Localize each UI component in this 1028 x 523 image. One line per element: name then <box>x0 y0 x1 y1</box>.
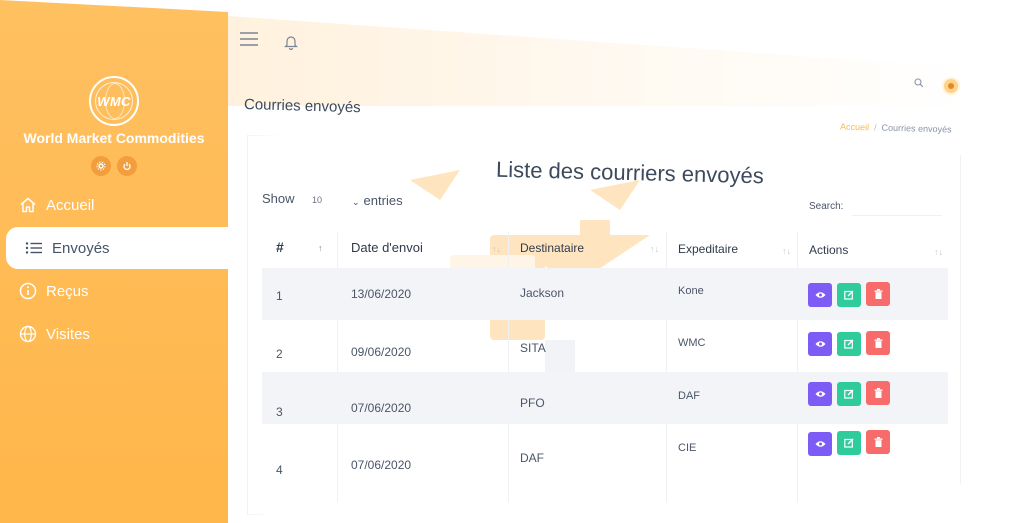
sidebar-item-envoyes[interactable]: Envoyés <box>6 227 228 269</box>
cell-expeditaire: WMC <box>678 337 706 349</box>
cell-expeditaire: Kone <box>678 285 704 297</box>
trash-icon <box>874 338 882 348</box>
sidebar-item-label: Visites <box>46 325 90 343</box>
cell-destinataire: Jackson <box>520 286 565 300</box>
view-button[interactable] <box>808 332 832 356</box>
sort-icon[interactable]: ↑↓ <box>934 247 943 257</box>
cell-date: 07/06/2020 <box>351 401 412 415</box>
entries-label: ⌄ entries <box>352 193 403 208</box>
cell-date: 07/06/2020 <box>351 458 412 472</box>
eye-icon <box>815 341 825 347</box>
breadcrumb-home[interactable]: Accueil <box>840 122 869 133</box>
edit-icon <box>844 339 854 349</box>
brand-name: World Market Commodities <box>23 130 205 146</box>
column-header-number[interactable]: # <box>276 239 284 255</box>
edit-button[interactable] <box>837 332 861 356</box>
avatar[interactable] <box>942 77 960 95</box>
sidebar-item-recus[interactable]: Reçus <box>0 270 228 312</box>
show-label: Show <box>262 191 295 206</box>
column-header-actions: Actions <box>809 243 849 257</box>
edit-button[interactable] <box>837 283 861 307</box>
sidebar-item-accueil[interactable]: Accueil <box>0 184 228 226</box>
breadcrumb-current: Courries envoyés <box>881 122 952 135</box>
search-label: Search: <box>809 201 844 212</box>
cell-number: 1 <box>276 289 283 303</box>
sidebar-item-label: Reçus <box>46 282 89 300</box>
sort-icon[interactable]: ↑↓ <box>650 244 659 254</box>
eye-icon <box>815 441 825 447</box>
list-icon <box>25 242 42 254</box>
eye-icon <box>815 292 825 298</box>
breadcrumb: Accueil / Courries envoyés <box>840 122 952 135</box>
column-header-date[interactable]: Date d'envoi <box>351 240 423 255</box>
column-header-destinataire[interactable]: Destinataire <box>520 241 584 255</box>
info-icon <box>19 282 37 300</box>
sidebar-nav: Accueil Envoyés Reçus Visites <box>0 184 228 356</box>
power-icon[interactable] <box>117 156 137 176</box>
brand-logo[interactable]: WMC <box>89 76 139 126</box>
edit-icon <box>844 389 854 399</box>
search-icon[interactable] <box>914 75 924 93</box>
cell-date: 09/06/2020 <box>351 345 412 359</box>
cell-date: 13/06/2020 <box>351 287 412 301</box>
view-button[interactable] <box>808 432 832 456</box>
sort-asc-icon[interactable]: ↑ <box>318 243 323 253</box>
bell-icon[interactable] <box>284 34 298 55</box>
settings-icon[interactable] <box>91 156 111 176</box>
eye-icon <box>815 391 825 397</box>
sort-icon[interactable]: ↑↓ <box>782 246 791 256</box>
globe-icon <box>19 325 37 343</box>
cell-expeditaire: CIE <box>678 442 697 454</box>
edit-button[interactable] <box>837 382 861 406</box>
edit-button[interactable] <box>837 431 861 455</box>
sort-icon[interactable]: ↑↓ <box>492 244 501 254</box>
cell-destinataire: SITA <box>520 341 546 355</box>
edit-icon <box>844 290 854 300</box>
cell-number: 4 <box>276 463 283 477</box>
entries-text: entries <box>363 193 403 208</box>
delete-button[interactable] <box>866 381 890 405</box>
delete-button[interactable] <box>866 282 890 306</box>
sidebar-item-label: Accueil <box>46 196 95 214</box>
sidebar-item-visites[interactable]: Visites <box>0 313 228 355</box>
edit-icon <box>844 438 854 448</box>
home-icon <box>20 197 36 213</box>
cell-destinataire: DAF <box>520 451 544 465</box>
topbar <box>228 16 973 106</box>
delete-button[interactable] <box>866 430 890 454</box>
search-input[interactable] <box>852 196 942 216</box>
view-button[interactable] <box>808 283 832 307</box>
trash-icon <box>874 289 882 299</box>
delete-button[interactable] <box>866 331 890 355</box>
cell-expeditaire: DAF <box>678 390 700 402</box>
page-title: Courries envoyés <box>243 96 361 117</box>
trash-icon <box>874 388 882 398</box>
trash-icon <box>874 437 882 447</box>
sidebar-item-label: Envoyés <box>52 239 110 257</box>
cell-number: 3 <box>276 405 283 419</box>
brand-block: WMC World Market Commodities <box>0 76 228 176</box>
column-header-expeditaire[interactable]: Expeditaire <box>678 242 738 256</box>
view-button[interactable] <box>808 382 832 406</box>
menu-icon[interactable] <box>240 32 258 51</box>
entries-select[interactable]: 10 <box>312 195 322 205</box>
cell-destinataire: PFO <box>520 396 545 410</box>
cell-number: 2 <box>276 347 283 361</box>
chevron-down-icon[interactable]: ⌄ <box>352 197 360 207</box>
breadcrumb-separator: / <box>873 122 877 133</box>
logo-text: WMC <box>97 93 131 109</box>
